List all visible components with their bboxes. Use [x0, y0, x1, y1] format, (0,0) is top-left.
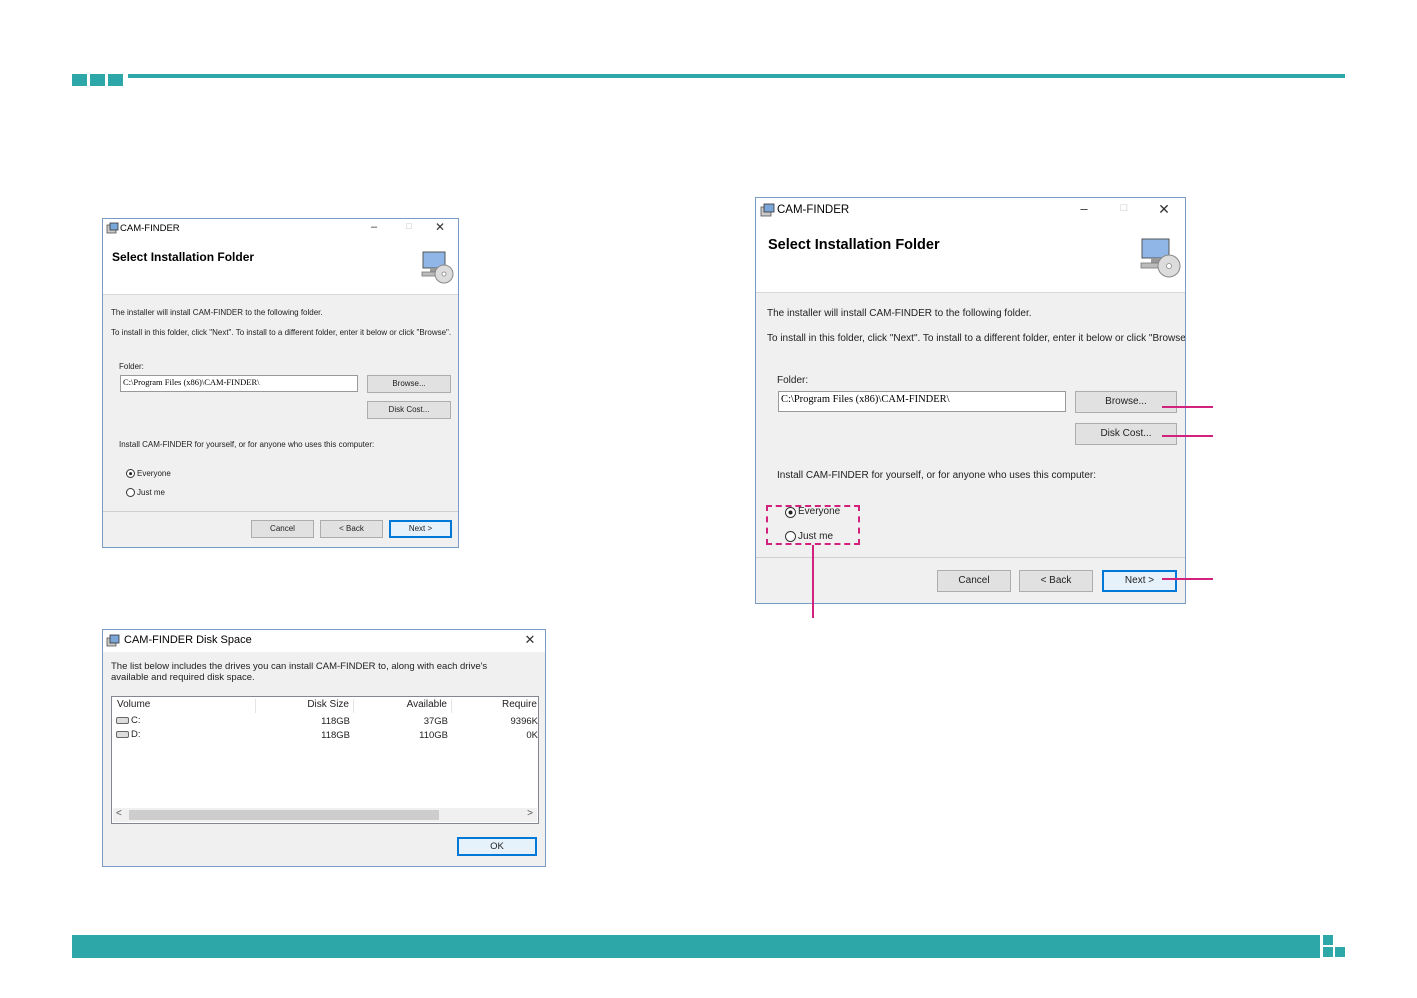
window-title: CAM-FINDER [120, 223, 180, 234]
installer-app-icon [760, 203, 775, 217]
install-scope-callout-line [812, 545, 814, 618]
back-button[interactable]: < Back [1019, 570, 1093, 592]
maximize-icon[interactable]: □ [400, 221, 418, 231]
install-scope-highlight [766, 505, 860, 545]
header-rule [128, 74, 1345, 78]
window-title: CAM-FINDER [777, 204, 850, 216]
close-icon[interactable]: ✕ [1154, 201, 1174, 218]
table-row[interactable]: D: [116, 729, 141, 740]
disk-cost-button[interactable]: Disk Cost... [367, 401, 451, 419]
footer-divider [103, 511, 458, 512]
footer-bar [72, 935, 1320, 958]
footer-square-3 [1335, 947, 1345, 957]
back-button[interactable]: < Back [320, 520, 383, 538]
installer-window-small: CAM-FINDER – □ ✕ Select Installation Fol… [102, 218, 459, 548]
next-button[interactable]: Next > [1102, 570, 1177, 592]
just-me-label: Just me [137, 488, 166, 497]
volume-cell: D: [131, 729, 141, 740]
everyone-radio[interactable] [126, 469, 135, 478]
footer-divider [756, 557, 1185, 558]
cancel-button[interactable]: Cancel [251, 520, 314, 538]
disk-cost-callout-line [1162, 435, 1213, 437]
disk-size-cell: 118GB [321, 716, 350, 727]
footer-square-1 [1323, 935, 1333, 945]
disk-space-description: The list below includes the drives you c… [111, 661, 488, 683]
next-button[interactable]: Next > [389, 520, 452, 538]
everyone-label: Everyone [137, 469, 171, 478]
intro-text: The installer will install CAM-FINDER to… [111, 308, 323, 317]
drive-list[interactable]: Volume Disk Size Available Require C: 11… [111, 696, 539, 824]
ok-button[interactable]: OK [457, 837, 537, 856]
browse-button[interactable]: Browse... [367, 375, 451, 393]
disk-space-window: CAM-FINDER Disk Space ✕ The list below i… [102, 629, 546, 867]
computer-cd-icon [1140, 238, 1181, 278]
installer-app-icon [106, 222, 119, 234]
available-cell: 37GB [423, 716, 448, 727]
instruction-text: To install in this folder, click "Next".… [767, 333, 1186, 344]
footer-square-2 [1323, 947, 1333, 957]
folder-label: Folder: [119, 362, 144, 371]
install-scope-text: Install CAM-FINDER for yourself, or for … [777, 470, 1097, 481]
header-banner: Select Installation Folder [756, 224, 1185, 293]
folder-input[interactable]: C:\Program Files (x86)\CAM-FINDER\ [778, 391, 1066, 412]
close-icon[interactable]: ✕ [521, 632, 539, 648]
cancel-button[interactable]: Cancel [937, 570, 1011, 592]
scroll-right-icon[interactable]: > [527, 808, 533, 819]
horizontal-scrollbar[interactable]: < > [113, 808, 537, 822]
table-row[interactable]: C: [116, 715, 141, 726]
volume-cell: C: [131, 715, 141, 726]
minimize-icon[interactable]: – [365, 221, 383, 233]
column-header-required[interactable]: Require [452, 699, 538, 713]
page-title: Select Installation Folder [768, 237, 940, 253]
browse-button[interactable]: Browse... [1075, 391, 1177, 413]
browse-callout-line [1162, 406, 1213, 408]
required-cell: 0K [526, 730, 538, 741]
scroll-left-icon[interactable]: < [116, 808, 122, 819]
just-me-radio[interactable] [126, 488, 135, 497]
disk-size-cell: 118GB [321, 730, 350, 741]
folder-label: Folder: [777, 375, 809, 386]
minimize-icon[interactable]: – [1074, 201, 1094, 216]
header-square-2 [90, 74, 105, 86]
drive-icon [116, 716, 129, 724]
disk-cost-button[interactable]: Disk Cost... [1075, 423, 1177, 445]
scrollbar-thumb[interactable] [129, 810, 439, 820]
folder-input[interactable]: C:\Program Files (x86)\CAM-FINDER\ [120, 375, 358, 392]
title-bar: CAM-FINDER – □ ✕ [103, 219, 458, 239]
column-header-volume[interactable]: Volume [113, 699, 256, 713]
install-scope-text: Install CAM-FINDER for yourself, or for … [119, 440, 375, 449]
required-cell: 9396K [510, 716, 538, 727]
column-header-disk-size[interactable]: Disk Size [256, 699, 354, 713]
header-square-1 [72, 74, 87, 86]
computer-cd-icon [421, 251, 454, 284]
header-banner: Select Installation Folder [103, 239, 458, 295]
close-icon[interactable]: ✕ [431, 220, 449, 234]
column-header-available[interactable]: Available [354, 699, 452, 713]
instruction-text: To install in this folder, click "Next".… [111, 328, 452, 337]
page-title: Select Installation Folder [112, 250, 255, 264]
drive-icon [116, 730, 129, 738]
header-square-3 [108, 74, 123, 86]
next-callout-line [1162, 578, 1213, 580]
disk-space-app-icon [106, 634, 120, 647]
intro-text: The installer will install CAM-FINDER to… [767, 308, 1032, 319]
title-bar: CAM-FINDER – □ ✕ [756, 198, 1185, 224]
disk-space-title-bar: CAM-FINDER Disk Space ✕ [103, 630, 545, 652]
available-cell: 110GB [419, 730, 448, 741]
maximize-icon[interactable]: □ [1114, 202, 1134, 214]
disk-space-title: CAM-FINDER Disk Space [124, 634, 252, 646]
